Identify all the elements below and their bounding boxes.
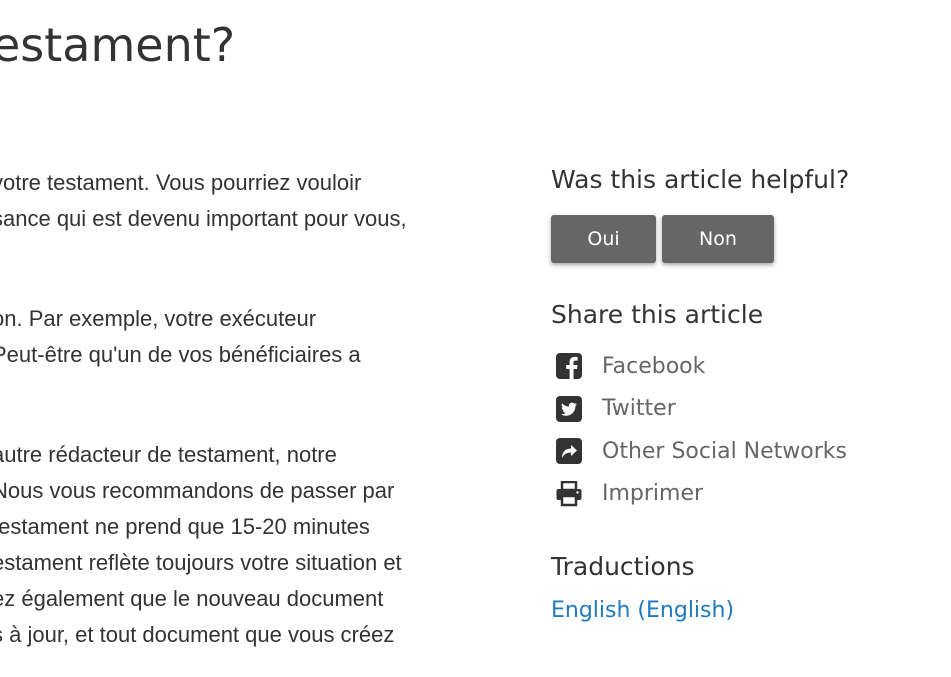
- paragraph-line: s à jour, et tout document que vous crée…: [0, 622, 395, 647]
- paragraph-line: estament reflète toujours votre situatio…: [0, 550, 402, 575]
- share-label: Imprimer: [602, 481, 704, 507]
- article-body: votre testament. Vous pourriez vouloir s…: [0, 165, 462, 653]
- paragraph-line: testament ne prend que 15-20 minutes: [0, 514, 370, 539]
- share-icon: [555, 437, 583, 465]
- share-facebook-link[interactable]: Facebook: [551, 345, 941, 388]
- no-button[interactable]: Non: [662, 215, 774, 263]
- share-other-link[interactable]: Other Social Networks: [551, 430, 941, 473]
- paragraph-line: on. Par exemple, votre exécuteur: [0, 306, 317, 331]
- print-link[interactable]: Imprimer: [551, 473, 941, 516]
- paragraph: autre rédacteur de testament, notre Nous…: [0, 437, 462, 653]
- paragraph: votre testament. Vous pourriez vouloir s…: [0, 165, 462, 237]
- paragraph-line: ez également que le nouveau document: [0, 586, 384, 611]
- vote-buttons: Oui Non: [551, 215, 941, 263]
- paragraph-line: votre testament. Vous pourriez vouloir: [0, 170, 362, 195]
- paragraph-line: Nous vous recommandons de passer par: [0, 478, 395, 503]
- yes-button[interactable]: Oui: [551, 215, 656, 263]
- facebook-icon: [555, 352, 583, 380]
- paragraph-line: sance qui est devenu important pour vous…: [0, 206, 407, 231]
- share-label: Twitter: [602, 396, 676, 422]
- paragraph-line: Peut-être qu'un de vos bénéficiaires a: [0, 342, 361, 367]
- twitter-icon: [555, 395, 583, 423]
- page: estament? votre testament. Vous pourriez…: [0, 0, 951, 677]
- share-list: Facebook Twitter Other Social Networks I…: [551, 345, 941, 515]
- article-sidebar: Was this article helpful? Oui Non Share …: [551, 160, 941, 623]
- article-title: estament?: [0, 18, 236, 72]
- translations-title: Traductions: [551, 552, 695, 581]
- print-icon: [555, 480, 583, 508]
- paragraph: on. Par exemple, votre exécuteur Peut-êt…: [0, 301, 462, 373]
- share-label: Other Social Networks: [602, 438, 847, 464]
- helpful-title: Was this article helpful?: [551, 165, 850, 194]
- share-twitter-link[interactable]: Twitter: [551, 388, 941, 431]
- paragraph-line: autre rédacteur de testament, notre: [0, 442, 337, 467]
- share-label: Facebook: [602, 353, 706, 379]
- share-title: Share this article: [551, 300, 764, 329]
- translation-link-english[interactable]: English (English): [551, 598, 941, 623]
